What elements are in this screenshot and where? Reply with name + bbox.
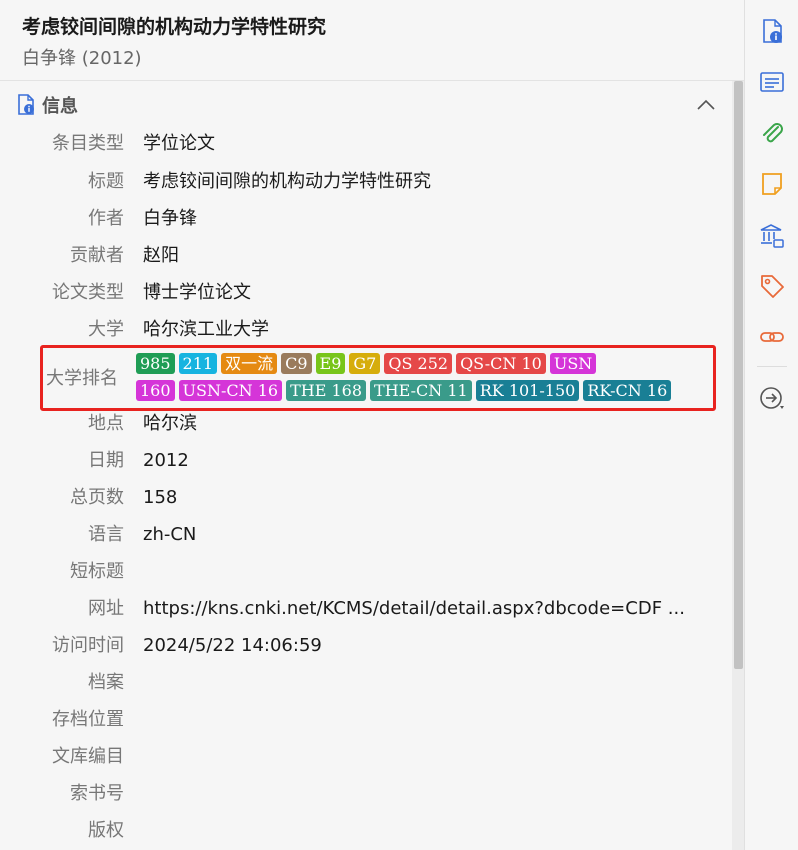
- rank-tag: G7: [349, 353, 381, 374]
- rank-tag: C9: [281, 353, 312, 374]
- sidenav-locate-button[interactable]: [758, 384, 786, 412]
- field-value[interactable]: 2024/5/22 14:06:59: [143, 631, 322, 661]
- field-label: 档案: [88, 672, 124, 693]
- sidenav-attachments-button[interactable]: [758, 119, 786, 147]
- field-value[interactable]: 2012: [143, 446, 189, 476]
- rank-tag: THE 168: [286, 380, 367, 401]
- field-row-pages: 总页数 158: [0, 483, 730, 513]
- field-value[interactable]: 赵阳: [143, 241, 179, 271]
- field-value[interactable]: https://kns.cnki.net/KCMS/detail/detail.…: [143, 594, 685, 624]
- field-value[interactable]: 博士学位论文: [143, 278, 251, 308]
- attachment-icon: [763, 123, 783, 143]
- side-nav: [744, 0, 798, 850]
- field-row-archive: 档案: [0, 668, 730, 698]
- rank-tag: THE-CN 11: [370, 380, 472, 401]
- rank-tag: QS 252: [384, 353, 453, 374]
- field-label: 贡献者: [70, 245, 124, 266]
- field-label[interactable]: 网址: [88, 594, 124, 624]
- field-value[interactable]: 考虑铰间间隙的机构动力学特性研究: [143, 167, 431, 197]
- field-row-item-type: 条目类型 学位论文: [0, 129, 730, 159]
- scrollbar[interactable]: [732, 81, 744, 850]
- field-label: 作者: [88, 208, 124, 229]
- field-row-archive-location: 存档位置: [0, 705, 730, 735]
- field-value[interactable]: 学位论文: [143, 129, 215, 159]
- rank-tag: USN: [549, 353, 597, 374]
- field-label: 短标题: [70, 561, 124, 582]
- field-row-author: 作者 白争锋: [0, 204, 730, 234]
- field-row-url: 网址 https://kns.cnki.net/KCMS/detail/deta…: [0, 594, 730, 624]
- sidenav-info-button[interactable]: [758, 17, 786, 45]
- field-label: 论文类型: [52, 282, 124, 303]
- scrollbar-thumb[interactable]: [734, 81, 743, 669]
- note-icon: [762, 173, 782, 195]
- field-row-contributor: 贡献者 赵阳: [0, 241, 730, 271]
- rank-tag: 985: [136, 353, 175, 374]
- field-label: 索书号: [70, 783, 124, 804]
- field-label: 存档位置: [52, 709, 124, 730]
- rank-tag: 双一流: [221, 353, 278, 374]
- field-value[interactable]: 哈尔滨: [143, 409, 197, 439]
- field-label-ranking: 大学排名: [46, 368, 118, 389]
- field-value[interactable]: 158: [143, 483, 177, 513]
- field-row-place: 地点 哈尔滨: [0, 409, 730, 439]
- related-icon: [760, 332, 784, 342]
- field-value[interactable]: 白争锋: [143, 204, 197, 234]
- ranking-tags-line-2: 160 USN-CN 16 THE 168 THE-CN 11 RK 101-1…: [136, 380, 672, 402]
- sidenav-notes-button[interactable]: [758, 170, 786, 198]
- field-value[interactable]: 哈尔滨工业大学: [143, 315, 269, 345]
- rank-tag: E9: [315, 353, 346, 374]
- field-row-date: 日期 2012: [0, 446, 730, 476]
- field-row-access-date: 访问时间 2024/5/22 14:06:59: [0, 631, 730, 661]
- rank-tag: RK-CN 16: [583, 380, 672, 401]
- field-row-title: 标题 考虑铰间间隙的机构动力学特性研究: [0, 167, 730, 197]
- field-row-language: 语言 zh-CN: [0, 520, 730, 550]
- field-value[interactable]: zh-CN: [143, 520, 196, 550]
- item-title: 考虑铰间间隙的机构动力学特性研究: [22, 16, 327, 38]
- rank-tag: USN-CN 16: [178, 380, 283, 401]
- field-label: 日期: [88, 450, 124, 471]
- sidenav-tags-button[interactable]: [758, 272, 786, 300]
- field-label: 地点: [88, 413, 124, 434]
- rank-tag: RK 101-150: [475, 380, 580, 401]
- field-row-library-catalog: 文库编目: [0, 742, 730, 772]
- tag-icon: [761, 275, 784, 298]
- field-label: 访问时间: [52, 635, 124, 656]
- rank-tag: 160: [136, 380, 175, 401]
- rank-tag: QS-CN 10: [456, 353, 546, 374]
- abstract-icon: [760, 72, 784, 92]
- ranking-tags-line-1: 985 211 双一流 C9 E9 G7 QS 252 QS-CN 10 USN: [136, 353, 597, 375]
- field-label: 条目类型: [52, 133, 124, 154]
- locate-icon: [760, 387, 784, 409]
- field-row-call-number: 索书号: [0, 779, 730, 809]
- field-label: 总页数: [70, 487, 124, 508]
- rank-tag: 211: [178, 353, 218, 374]
- item-header: 考虑铰间间隙的机构动力学特性研究 白争锋 (2012): [0, 0, 744, 81]
- field-row-university: 大学 哈尔滨工业大学: [0, 315, 730, 345]
- chevron-up-icon: [697, 99, 715, 110]
- sidenav-divider: [757, 366, 787, 367]
- field-row-thesis-type: 论文类型 博士学位论文: [0, 278, 730, 308]
- field-row-rights: 版权: [0, 816, 730, 846]
- field-label: 标题: [88, 171, 124, 192]
- info-doc-icon: [18, 94, 34, 115]
- info-doc-icon: [763, 19, 782, 43]
- collapse-button[interactable]: [694, 93, 718, 117]
- sidenav-abstract-button[interactable]: [758, 68, 786, 96]
- sidenav-libraries-button[interactable]: [758, 221, 786, 249]
- library-icon: [760, 224, 784, 248]
- field-label: 文库编目: [52, 746, 124, 767]
- sidenav-related-button[interactable]: [758, 323, 786, 351]
- field-label: 大学: [88, 319, 124, 340]
- section-header[interactable]: 信息: [16, 91, 78, 119]
- field-label: 版权: [88, 820, 124, 841]
- section-title: 信息: [42, 96, 78, 117]
- info-pane: 信息 条目类型 学位论文 标题 考虑铰间间隙的机构动力学特性研究 作者 白争锋 …: [0, 81, 732, 850]
- item-subtitle: 白争锋 (2012): [22, 48, 142, 69]
- field-label: 语言: [88, 524, 124, 545]
- field-row-short-title: 短标题: [0, 557, 730, 587]
